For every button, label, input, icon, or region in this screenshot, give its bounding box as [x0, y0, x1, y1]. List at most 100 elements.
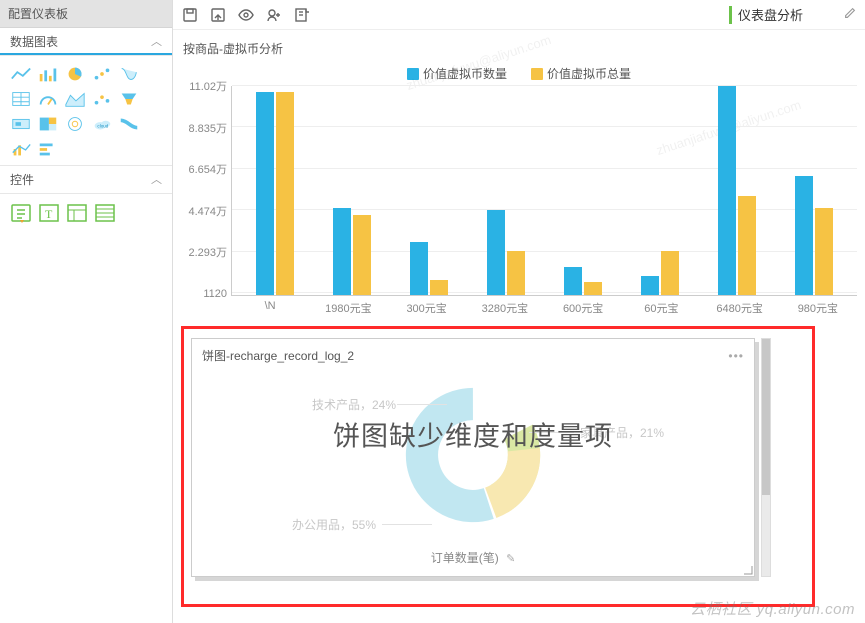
bar-group: [776, 86, 853, 295]
chart-type-sankey[interactable]: [117, 113, 141, 135]
y-tick: 4.474万: [188, 203, 227, 219]
chart-type-area[interactable]: [63, 88, 87, 110]
x-tick: 1980元宝: [309, 296, 387, 316]
bar[interactable]: [661, 251, 679, 295]
resize-handle-icon[interactable]: [739, 561, 753, 575]
x-tick: 600元宝: [544, 296, 622, 316]
chart-type-table[interactable]: [9, 88, 33, 110]
legend-item-1[interactable]: 价值虚拟币数量: [407, 65, 507, 82]
share-icon[interactable]: [265, 6, 283, 24]
controls-palette: T: [0, 194, 172, 230]
bar-group: [545, 86, 622, 295]
bar-chart-block: 按商品-虚拟币分析 zhuanjiafuwu@aliyun.com zhuanj…: [173, 30, 865, 316]
x-tick: \N: [231, 296, 309, 316]
bar[interactable]: [584, 282, 602, 295]
scrollbar-thumb[interactable]: [762, 339, 770, 495]
pie-slice-label-b: 家具产品，21%: [580, 424, 664, 441]
x-tick: 6480元宝: [701, 296, 779, 316]
legend-item-2[interactable]: 价值虚拟币总量: [531, 65, 631, 82]
x-tick: 3280元宝: [466, 296, 544, 316]
dashboard-title: 仪表盘分析: [729, 5, 857, 24]
bar[interactable]: [507, 251, 525, 295]
dashboard-title-text: 仪表盘分析: [738, 5, 803, 24]
chart-type-hbar[interactable]: [36, 138, 60, 160]
bar[interactable]: [487, 210, 505, 295]
chart-type-treemap[interactable]: [36, 113, 60, 135]
top-toolbar: 仪表盘分析: [173, 0, 865, 30]
bar[interactable]: [738, 196, 756, 295]
bar-chart-canvas: 11202.293万4.474万6.654万8.835万11.02万: [181, 86, 857, 296]
bar[interactable]: [815, 208, 833, 295]
y-tick: 2.293万: [188, 244, 227, 260]
pie-area: 饼图-recharge_record_log_2 ••• 技术产品，24% 家具…: [181, 326, 815, 607]
bar-group: [467, 86, 544, 295]
chart-type-gauge[interactable]: [36, 88, 60, 110]
bar[interactable]: [333, 208, 351, 295]
more-icon[interactable]: •••: [728, 349, 744, 363]
chart-type-scatter[interactable]: [90, 88, 114, 110]
y-tick: 1120: [203, 288, 227, 300]
bar[interactable]: [256, 92, 274, 295]
section-controls[interactable]: 控件 ︿: [0, 166, 172, 194]
edit-footer-icon[interactable]: ✎: [506, 553, 515, 565]
chart-type-funnel[interactable]: [117, 88, 141, 110]
chart-type-palette: cloud: [0, 56, 172, 166]
x-axis-labels: \N1980元宝300元宝3280元宝600元宝60元宝6480元宝980元宝: [181, 296, 857, 316]
save-icon[interactable]: [181, 6, 199, 24]
bar[interactable]: [795, 176, 813, 295]
y-axis: 11202.293万4.474万6.654万8.835万11.02万: [181, 86, 231, 296]
scrollbar[interactable]: [761, 338, 771, 577]
x-tick: 60元宝: [622, 296, 700, 316]
bar[interactable]: [410, 242, 428, 295]
chart-type-bar[interactable]: [36, 63, 60, 85]
control-tab[interactable]: [92, 200, 118, 226]
bar-group: [390, 86, 467, 295]
bar[interactable]: [430, 280, 448, 295]
y-tick: 8.835万: [188, 120, 227, 136]
bar[interactable]: [564, 267, 582, 295]
bar[interactable]: [718, 86, 736, 295]
plot-area: [231, 86, 857, 296]
chart-type-map[interactable]: [117, 63, 141, 85]
bar-group: [699, 86, 776, 295]
section-charts[interactable]: 数据图表 ︿: [0, 28, 172, 56]
sidebar-panel-label: 配置仪表板: [8, 0, 68, 28]
chart-type-radar[interactable]: [90, 63, 114, 85]
bar[interactable]: [276, 92, 294, 295]
y-tick: 11.02万: [189, 78, 227, 94]
chart-type-wordcloud[interactable]: cloud: [90, 113, 114, 135]
chart-type-combo[interactable]: [9, 138, 33, 160]
bar-group: [313, 86, 390, 295]
chart-type-line[interactable]: [9, 63, 33, 85]
x-tick: 980元宝: [779, 296, 857, 316]
pie-card[interactable]: 饼图-recharge_record_log_2 ••• 技术产品，24% 家具…: [191, 338, 755, 577]
x-tick: 300元宝: [388, 296, 466, 316]
y-tick: 6.654万: [188, 161, 227, 177]
chart-type-kpi[interactable]: [9, 113, 33, 135]
bar-group: [622, 86, 699, 295]
preview-icon[interactable]: [237, 6, 255, 24]
chevron-up-icon[interactable]: ︿: [151, 28, 162, 56]
chart-type-pie[interactable]: [63, 63, 87, 85]
bar[interactable]: [353, 215, 371, 295]
control-text[interactable]: T: [36, 200, 62, 226]
control-filter[interactable]: [8, 200, 34, 226]
title-marker: [729, 6, 732, 24]
bar-chart-legend: 价值虚拟币数量 价值虚拟币总量: [181, 65, 857, 86]
config-sidebar: 配置仪表板 数据图表 ︿ cloud: [0, 0, 173, 623]
sidebar-panel-title: 配置仪表板: [0, 0, 172, 28]
svg-text:T: T: [45, 207, 53, 221]
chart-type-polar[interactable]: [63, 113, 87, 135]
bar-group: [236, 86, 313, 295]
control-iframe[interactable]: [64, 200, 90, 226]
section-charts-label: 数据图表: [10, 28, 58, 56]
bar[interactable]: [641, 276, 659, 295]
pie-canvas: 技术产品，24% 家具产品，21% 办公用品，55%: [192, 372, 754, 545]
edit-title-icon[interactable]: [843, 6, 857, 23]
bar-chart-title: 按商品-虚拟币分析: [181, 36, 857, 65]
pie-card-title-text: 饼图-recharge_record_log_2: [202, 347, 354, 364]
pie-footer: 订单数量(笔) ✎: [192, 549, 754, 566]
chevron-up-icon[interactable]: ︿: [151, 166, 162, 194]
save-as-icon[interactable]: [209, 6, 227, 24]
settings-icon[interactable]: [293, 6, 311, 24]
